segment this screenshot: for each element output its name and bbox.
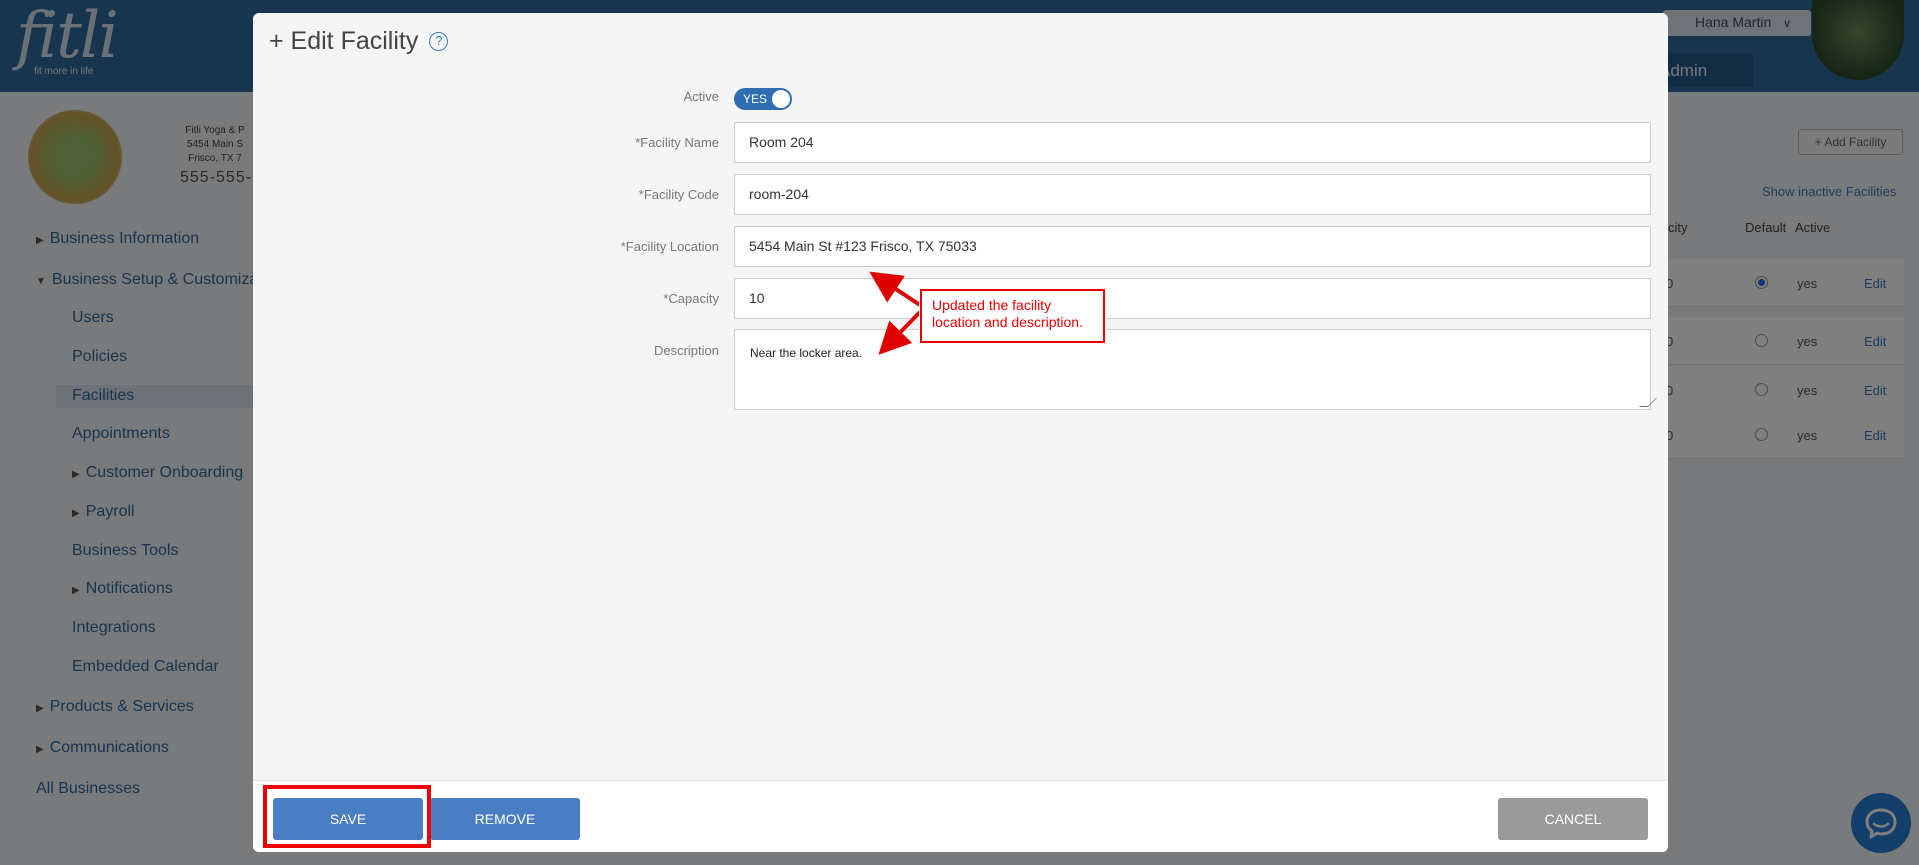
edit-facility-modal: + Edit Facility ? Active YES *Facility N… <box>253 13 1668 852</box>
save-highlight-box <box>263 785 431 848</box>
resize-handle-icon[interactable] <box>1639 398 1657 407</box>
active-toggle[interactable]: YES <box>734 88 792 110</box>
facility-code-label: *Facility Code <box>638 187 719 202</box>
toggle-knob <box>772 90 790 108</box>
facility-name-input[interactable]: Room 204 <box>734 122 1651 163</box>
modal-footer: SAVE REMOVE CANCEL <box>253 780 1668 852</box>
callout-line1: Updated the facility <box>932 297 1052 313</box>
modal-title: + Edit Facility ? <box>269 27 449 56</box>
callout-line2: location and description. <box>932 314 1083 330</box>
modal-title-text: + Edit Facility <box>269 27 419 55</box>
facility-location-label: *Facility Location <box>620 239 719 254</box>
question-circle-icon[interactable]: ? <box>429 32 449 51</box>
active-label: Active <box>683 89 719 104</box>
cancel-button[interactable]: CANCEL <box>1498 798 1648 840</box>
active-toggle-text: YES <box>743 92 768 106</box>
facility-location-input[interactable]: 5454 Main St #123 Frisco, TX 75033 <box>734 226 1651 267</box>
capacity-label: *Capacity <box>663 291 719 306</box>
description-text: Near the locker area. <box>750 346 863 360</box>
facility-name-label: *Facility Name <box>635 135 719 150</box>
facility-code-input[interactable]: room-204 <box>734 174 1651 215</box>
capacity-input[interactable]: 10 <box>734 278 1651 319</box>
description-textarea[interactable]: Near the locker area. <box>734 329 1657 410</box>
annotation-callout: Updated the facility location and descri… <box>920 289 1105 343</box>
remove-button[interactable]: REMOVE <box>430 798 580 840</box>
description-label: Description <box>653 343 719 358</box>
